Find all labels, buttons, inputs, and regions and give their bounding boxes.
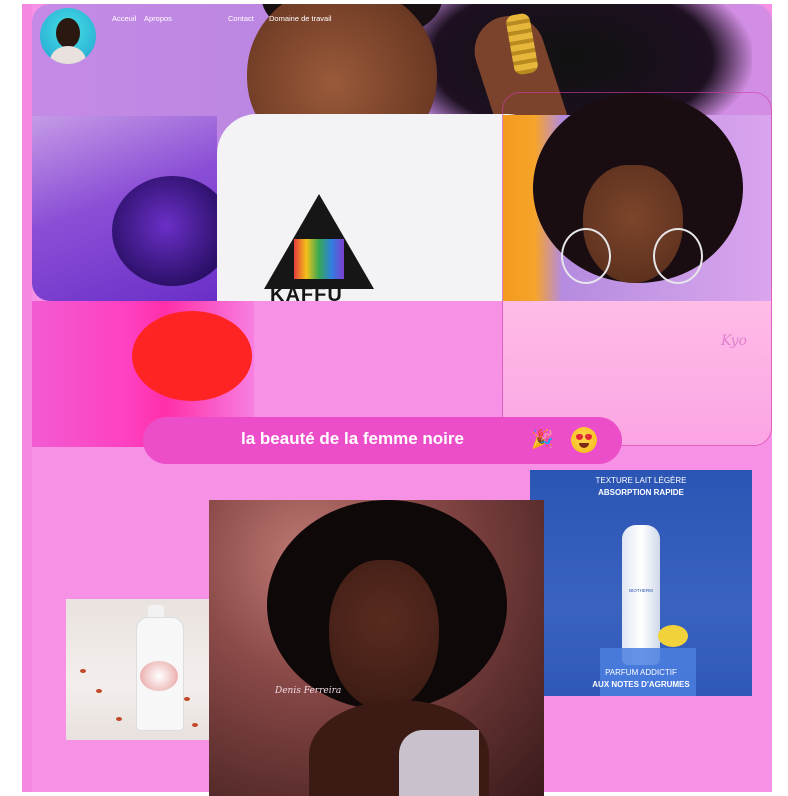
title-pill: la beauté de la femme noire 🎉 <box>143 417 622 464</box>
portrait-card-right: Kyo <box>502 92 772 446</box>
nav-link-contact[interactable]: Contact <box>228 14 254 23</box>
avatar-body <box>50 46 86 64</box>
bottle-brand: BIOTHERM <box>629 588 653 593</box>
petal <box>184 697 190 701</box>
afro-portrait-image: Denis Ferreira <box>209 500 544 796</box>
red-hair-shape <box>132 311 252 401</box>
hero-left-illustration <box>32 116 232 301</box>
lemon-slice <box>658 625 688 647</box>
nav-link-domaine-de-travail[interactable]: Domaine de travail <box>269 14 332 23</box>
biotherm-line-2: ABSORPTION RAPIDE <box>598 488 684 497</box>
portrait-signature: Denis Ferreira <box>275 686 342 696</box>
portrait-face <box>329 560 439 710</box>
lotion-product-photo <box>66 599 209 740</box>
biotherm-line-1: TEXTURE LAIT LÉGÈRE <box>595 476 687 485</box>
hero-shirt-text: KAFFU <box>270 284 343 301</box>
nav-link-accueil[interactable]: Acceuil <box>112 14 136 23</box>
petal <box>116 717 122 721</box>
bottle-label <box>140 661 178 691</box>
emoji-mouth <box>579 443 589 448</box>
nav-link-apropos[interactable]: Apropos <box>144 14 172 23</box>
hoop-earring-right <box>653 228 703 284</box>
biotherm-line-3: PARFUM ADDICTIF <box>605 668 677 677</box>
hero-logo-colors <box>294 239 344 279</box>
hoop-earring-left <box>561 228 611 284</box>
biotherm-line-4: AUX NOTES D'AGRUMES <box>592 680 690 689</box>
petal <box>80 669 86 673</box>
page-title: la beauté de la femme noire <box>241 429 464 448</box>
lotion-bottle <box>622 525 660 665</box>
page-canvas: KAFFU Acceuil Apropos Contact Domaine de… <box>22 4 772 796</box>
avatar-head <box>56 18 80 48</box>
petal <box>96 689 102 693</box>
heart-eye-left <box>576 434 583 440</box>
artist-signature: Kyo <box>721 333 747 349</box>
portrait-dress <box>399 730 479 796</box>
page-left-strip <box>22 4 32 792</box>
party-popper-icon: 🎉 <box>531 429 554 449</box>
avatar[interactable] <box>40 8 96 64</box>
petal <box>192 723 198 727</box>
heart-eyes-emoji-icon <box>571 427 597 453</box>
heart-eye-right <box>585 434 592 440</box>
hero-left-face <box>112 176 232 286</box>
biotherm-product-image: TEXTURE LAIT LÉGÈRE ABSORPTION RAPIDE BI… <box>530 470 752 696</box>
